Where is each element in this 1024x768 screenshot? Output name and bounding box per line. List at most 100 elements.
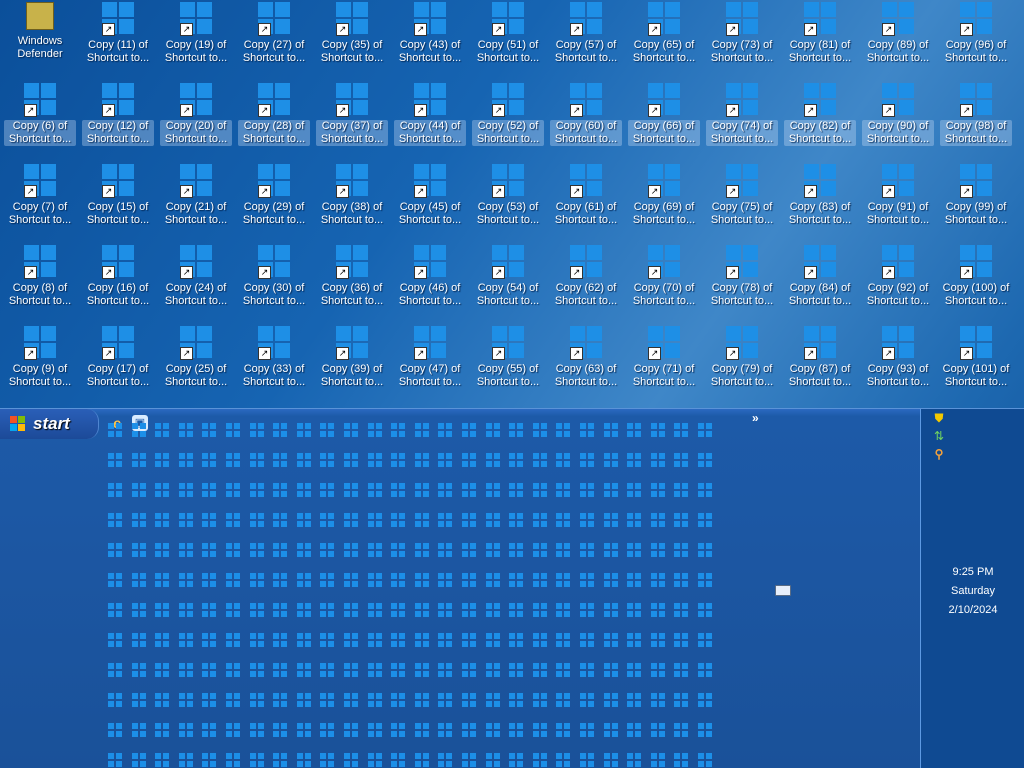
desktop-shortcut-icon[interactable]: ↗ Copy (29) of Shortcut to... bbox=[238, 162, 310, 240]
windows-logo-icon[interactable] bbox=[273, 723, 288, 737]
windows-logo-icon[interactable] bbox=[438, 453, 453, 467]
windows-logo-icon[interactable] bbox=[509, 693, 524, 707]
windows-logo-icon[interactable] bbox=[414, 573, 429, 587]
windows-logo-icon[interactable] bbox=[603, 483, 618, 497]
windows-logo-icon[interactable] bbox=[509, 753, 524, 767]
windows-logo-icon[interactable] bbox=[320, 483, 335, 497]
windows-logo-icon[interactable] bbox=[650, 483, 665, 497]
desktop-shortcut-icon[interactable]: ↗ Copy (33) of Shortcut to... bbox=[238, 324, 310, 402]
windows-logo-icon[interactable] bbox=[650, 663, 665, 677]
windows-logo-icon[interactable] bbox=[367, 603, 382, 617]
windows-logo-icon[interactable] bbox=[155, 663, 170, 677]
windows-logo-icon[interactable] bbox=[556, 513, 571, 527]
windows-logo-icon[interactable] bbox=[202, 723, 217, 737]
windows-logo-icon[interactable] bbox=[108, 483, 122, 497]
windows-logo-icon[interactable] bbox=[273, 573, 288, 587]
windows-logo-icon[interactable] bbox=[603, 753, 618, 767]
windows-logo-icon[interactable] bbox=[226, 513, 240, 527]
windows-logo-icon[interactable] bbox=[296, 753, 311, 767]
windows-logo-icon[interactable] bbox=[108, 423, 122, 437]
windows-logo-icon[interactable] bbox=[108, 603, 122, 617]
windows-logo-icon[interactable] bbox=[320, 543, 335, 557]
desktop-shortcut-icon[interactable]: ↗ Copy (65) of Shortcut to... bbox=[628, 0, 700, 78]
windows-logo-icon[interactable] bbox=[532, 693, 547, 707]
windows-logo-icon[interactable] bbox=[391, 663, 406, 677]
windows-logo-icon[interactable] bbox=[108, 453, 122, 467]
windows-logo-icon[interactable] bbox=[509, 423, 524, 437]
windows-logo-icon[interactable] bbox=[698, 603, 712, 617]
windows-logo-icon[interactable] bbox=[226, 723, 240, 737]
windows-logo-icon[interactable] bbox=[532, 723, 547, 737]
windows-logo-icon[interactable] bbox=[485, 453, 500, 467]
windows-logo-icon[interactable] bbox=[249, 513, 264, 527]
windows-logo-icon[interactable] bbox=[627, 633, 642, 647]
windows-logo-icon[interactable] bbox=[556, 573, 571, 587]
windows-logo-icon[interactable] bbox=[485, 693, 500, 707]
desktop-shortcut-icon[interactable]: ↗ Copy (75) of Shortcut to... bbox=[706, 162, 778, 240]
windows-logo-icon[interactable] bbox=[414, 663, 429, 677]
windows-logo-icon[interactable] bbox=[532, 423, 547, 437]
windows-logo-icon[interactable] bbox=[273, 543, 288, 557]
windows-logo-icon[interactable] bbox=[249, 573, 264, 587]
windows-logo-icon[interactable] bbox=[580, 543, 594, 557]
desktop-shortcut-icon[interactable]: ↗ Copy (27) of Shortcut to... bbox=[238, 0, 310, 78]
desktop-shortcut-icon[interactable]: ↗ Copy (66) of Shortcut to... bbox=[628, 81, 700, 159]
desktop-shortcut-icon[interactable]: ↗ Copy (83) of Shortcut to... bbox=[784, 162, 856, 240]
windows-logo-icon[interactable] bbox=[650, 513, 665, 527]
desktop-shortcut-icon[interactable]: ↗ Copy (78) of Shortcut to... bbox=[706, 243, 778, 321]
windows-logo-icon[interactable] bbox=[155, 723, 170, 737]
windows-logo-icon[interactable] bbox=[627, 663, 642, 677]
windows-logo-icon[interactable] bbox=[320, 633, 335, 647]
windows-logo-icon[interactable] bbox=[485, 723, 500, 737]
desktop-shortcut-icon[interactable]: ↗ Copy (52) of Shortcut to... bbox=[472, 81, 544, 159]
desktop-shortcut-icon[interactable]: ↗ Copy (57) of Shortcut to... bbox=[550, 0, 622, 78]
desktop-shortcut-icon[interactable]: ↗ Copy (47) of Shortcut to... bbox=[394, 324, 466, 402]
windows-logo-icon[interactable] bbox=[650, 423, 665, 437]
windows-logo-icon[interactable] bbox=[249, 543, 264, 557]
windows-logo-icon[interactable] bbox=[438, 723, 453, 737]
windows-logo-icon[interactable] bbox=[438, 573, 453, 587]
windows-logo-icon[interactable] bbox=[580, 453, 594, 467]
windows-logo-icon[interactable] bbox=[674, 693, 689, 707]
windows-logo-icon[interactable] bbox=[627, 453, 642, 467]
windows-logo-icon[interactable] bbox=[509, 543, 524, 557]
desktop-shortcut-icon[interactable]: ↗ Copy (6) of Shortcut to... bbox=[4, 81, 76, 159]
windows-logo-icon[interactable] bbox=[202, 663, 217, 677]
desktop-shortcut-icon[interactable]: ↗ Copy (11) of Shortcut to... bbox=[82, 0, 154, 78]
windows-logo-icon[interactable] bbox=[367, 513, 382, 527]
windows-logo-icon[interactable] bbox=[178, 513, 193, 527]
windows-logo-icon[interactable] bbox=[627, 603, 642, 617]
windows-logo-icon[interactable] bbox=[296, 543, 311, 557]
windows-logo-icon[interactable] bbox=[556, 543, 571, 557]
windows-logo-icon[interactable] bbox=[674, 543, 689, 557]
windows-logo-icon[interactable] bbox=[131, 573, 146, 587]
windows-logo-icon[interactable] bbox=[155, 573, 170, 587]
windows-logo-icon[interactable] bbox=[580, 693, 594, 707]
windows-logo-icon[interactable] bbox=[462, 693, 476, 707]
windows-logo-icon[interactable] bbox=[462, 633, 476, 647]
windows-logo-icon[interactable] bbox=[674, 663, 689, 677]
windows-logo-icon[interactable] bbox=[367, 483, 382, 497]
windows-logo-icon[interactable] bbox=[226, 663, 240, 677]
windows-logo-icon[interactable] bbox=[509, 723, 524, 737]
windows-logo-icon[interactable] bbox=[462, 483, 476, 497]
windows-logo-icon[interactable] bbox=[131, 483, 146, 497]
windows-logo-icon[interactable] bbox=[580, 663, 594, 677]
windows-logo-icon[interactable] bbox=[131, 663, 146, 677]
windows-logo-icon[interactable] bbox=[485, 753, 500, 767]
desktop-shortcut-icon[interactable]: ↗ Copy (99) of Shortcut to... bbox=[940, 162, 1012, 240]
windows-logo-icon[interactable] bbox=[414, 693, 429, 707]
windows-logo-icon[interactable] bbox=[344, 423, 358, 437]
windows-logo-icon[interactable] bbox=[532, 603, 547, 617]
start-button[interactable]: start bbox=[0, 409, 99, 439]
desktop-shortcut-icon[interactable]: ↗ Copy (21) of Shortcut to... bbox=[160, 162, 232, 240]
windows-logo-icon[interactable] bbox=[391, 573, 406, 587]
windows-logo-icon[interactable] bbox=[650, 723, 665, 737]
windows-logo-icon[interactable] bbox=[108, 573, 122, 587]
desktop-shortcut-icon[interactable]: ↗ Copy (9) of Shortcut to... bbox=[4, 324, 76, 402]
windows-logo-icon[interactable] bbox=[367, 633, 382, 647]
desktop-shortcut-icon[interactable]: ↗ Copy (46) of Shortcut to... bbox=[394, 243, 466, 321]
windows-logo-icon[interactable] bbox=[509, 483, 524, 497]
desktop-shortcut-icon[interactable]: ↗ Copy (35) of Shortcut to... bbox=[316, 0, 388, 78]
desktop-shortcut-icon[interactable]: ↗ Copy (8) of Shortcut to... bbox=[4, 243, 76, 321]
